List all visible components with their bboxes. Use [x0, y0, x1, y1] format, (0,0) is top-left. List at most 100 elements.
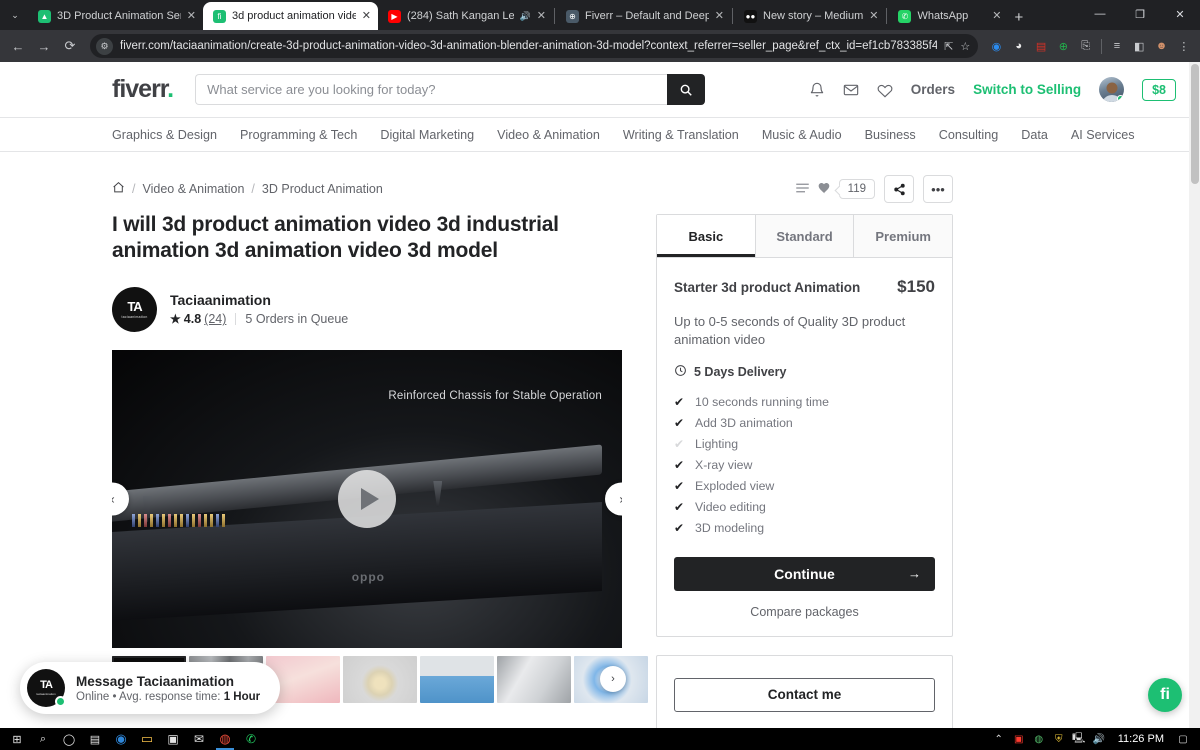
tab-close-icon[interactable]: ✕: [715, 10, 724, 22]
clipboard-ext-icon[interactable]: ⎘: [1076, 35, 1096, 57]
red-ext-icon[interactable]: ▤: [1031, 35, 1051, 57]
home-icon[interactable]: [112, 181, 125, 197]
close-window-button[interactable]: ✕: [1160, 1, 1200, 27]
browser-tab-1[interactable]: fi 3d product animation video 3d ✕: [203, 2, 378, 30]
chrome-menu-icon[interactable]: ⋮: [1174, 35, 1194, 57]
network-icon[interactable]: 🖳: [1070, 731, 1088, 748]
minimize-button[interactable]: —: [1080, 1, 1120, 27]
contact-me-button[interactable]: Contact me: [674, 677, 935, 712]
tab-close-icon[interactable]: ✕: [869, 10, 878, 22]
user-avatar[interactable]: [1099, 77, 1125, 102]
bell-icon[interactable]: [809, 82, 825, 98]
tab-close-icon[interactable]: ✕: [537, 10, 546, 22]
back-button[interactable]: ←: [6, 33, 30, 59]
nav-item-digital-marketing[interactable]: Digital Marketing: [380, 128, 474, 142]
switch-to-selling-link[interactable]: Switch to Selling: [973, 82, 1081, 97]
message-seller-widget[interactable]: TA taciaanimation Message Taciaanimation…: [20, 662, 281, 714]
file-explorer-icon[interactable]: ▭: [134, 728, 160, 750]
shield-warning-icon[interactable]: ⛨: [1050, 734, 1068, 745]
thumbnails-next-button[interactable]: ›: [600, 666, 626, 693]
tab-mute-icon[interactable]: 🔊: [520, 11, 531, 22]
balance-badge[interactable]: $8: [1142, 78, 1176, 101]
mail-icon[interactable]: ✉: [186, 728, 212, 750]
search-icon[interactable]: ⌕: [30, 728, 56, 750]
support-fab-button[interactable]: fi: [1148, 678, 1182, 712]
more-options-button[interactable]: •••: [923, 175, 953, 203]
breadcrumb-item-video-animation[interactable]: Video & Animation: [142, 182, 244, 196]
nav-item-data[interactable]: Data: [1021, 128, 1048, 142]
breadcrumb-item-3d-product-animation[interactable]: 3D Product Animation: [262, 182, 383, 196]
chrome-tray-icon[interactable]: ◍: [1030, 734, 1048, 745]
nav-item-writing-translation[interactable]: Writing & Translation: [623, 128, 739, 142]
browser-tab-4[interactable]: ●● New story – Medium ✕: [734, 2, 885, 30]
circle-blue-ext-icon[interactable]: ◉: [986, 35, 1006, 57]
chrome-ext-icon[interactable]: ◕: [1009, 35, 1029, 57]
scrollbar-thumb[interactable]: [1191, 64, 1199, 184]
new-tab-button[interactable]: +: [1014, 9, 1023, 26]
page-scrollbar[interactable]: [1189, 62, 1200, 728]
address-bar[interactable]: ⚙ fiverr.com/taciaanimation/create-3d-pr…: [90, 34, 979, 58]
fiverr-header: fiverr. What service are you looking for…: [0, 62, 1200, 118]
nav-item-video-animation[interactable]: Video & Animation: [497, 128, 600, 142]
taskbar-clock[interactable]: 11:26 PM: [1110, 733, 1172, 745]
nav-item-consulting[interactable]: Consulting: [939, 128, 999, 142]
tab-premium[interactable]: Premium: [854, 215, 953, 257]
compare-packages-link[interactable]: Compare packages: [674, 605, 935, 619]
tab-search-chevron-icon[interactable]: ⌄: [2, 2, 28, 28]
orders-link[interactable]: Orders: [911, 82, 955, 97]
profile-avatar-icon[interactable]: ☻: [1151, 35, 1171, 57]
windows-start-icon[interactable]: ⊞: [4, 728, 30, 750]
side-panel-icon[interactable]: ◧: [1129, 35, 1149, 57]
browser-tab-5[interactable]: ✆ WhatsApp ✕: [888, 2, 1008, 30]
green-plus-ext-icon[interactable]: ⊕: [1053, 35, 1073, 57]
maximize-button[interactable]: ❐: [1120, 1, 1160, 27]
nav-item-programming-tech[interactable]: Programming & Tech: [240, 128, 357, 142]
red-app-icon[interactable]: ▣: [1010, 734, 1028, 745]
search-input[interactable]: [195, 74, 668, 105]
share-icon[interactable]: [884, 175, 914, 203]
nav-item-business[interactable]: Business: [865, 128, 916, 142]
list-icon[interactable]: [795, 182, 810, 197]
reload-button[interactable]: ⟳: [58, 33, 82, 59]
site-settings-icon[interactable]: ⚙: [96, 37, 113, 55]
thumb-blue-container[interactable]: [420, 655, 494, 703]
cortana-icon[interactable]: ◯: [56, 728, 82, 750]
speech-bubble-icon[interactable]: ▢: [1174, 734, 1192, 745]
search-button[interactable]: [667, 74, 706, 105]
heart-icon[interactable]: [877, 82, 893, 98]
gig-media-viewer[interactable]: oppo Reinforced Chassis for Stable Opera…: [112, 349, 622, 648]
install-app-icon[interactable]: ⇱: [944, 40, 953, 53]
seller-name[interactable]: Taciaanimation: [170, 292, 348, 308]
envelope-icon[interactable]: [843, 82, 859, 98]
tab-standard[interactable]: Standard: [755, 215, 855, 257]
forward-button[interactable]: →: [32, 33, 56, 59]
play-icon[interactable]: [338, 469, 396, 528]
reading-list-icon[interactable]: ≡: [1107, 35, 1127, 57]
fiverr-logo[interactable]: fiverr.: [112, 75, 174, 104]
tab-close-icon[interactable]: ✕: [187, 10, 196, 22]
heart-filled-icon[interactable]: [817, 181, 832, 198]
whatsapp-icon[interactable]: ✆: [238, 728, 264, 750]
seller-avatar[interactable]: TA taciaanimation: [112, 286, 157, 332]
chrome-icon[interactable]: ◍: [212, 728, 238, 750]
bookmark-star-icon[interactable]: ☆: [960, 40, 970, 53]
review-count[interactable]: (24): [204, 312, 226, 326]
browser-tab-3[interactable]: ⊕ Fiverr – Default and Deep Links ✕: [556, 2, 731, 30]
task-view-icon[interactable]: ▤: [82, 728, 108, 750]
browser-tab-0[interactable]: ▲ 3D Product Animation Services ✕: [28, 2, 203, 30]
nav-item-graphics-design[interactable]: Graphics & Design: [112, 128, 217, 142]
tab-basic[interactable]: Basic: [657, 215, 756, 257]
browser-tab-2[interactable]: ▶ (284) Sath Kangan Leke Aan 🔊 ✕: [378, 2, 553, 30]
tab-close-icon[interactable]: ✕: [992, 10, 1001, 22]
hidden-icons-icon[interactable]: ⌃: [990, 734, 1008, 745]
nav-item-ai-services[interactable]: AI Services: [1071, 128, 1135, 142]
tab-close-icon[interactable]: ✕: [362, 10, 371, 22]
thumb-gold-ring[interactable]: [343, 655, 417, 703]
volume-icon[interactable]: 🔊: [1090, 734, 1108, 745]
edge-icon[interactable]: ◉: [108, 728, 134, 750]
tab-title: New story – Medium: [763, 10, 864, 22]
nav-item-music-audio[interactable]: Music & Audio: [762, 128, 842, 142]
thumb-white-devices[interactable]: [497, 655, 571, 703]
continue-button[interactable]: Continue →: [674, 556, 935, 591]
store-icon[interactable]: ▣: [160, 728, 186, 750]
